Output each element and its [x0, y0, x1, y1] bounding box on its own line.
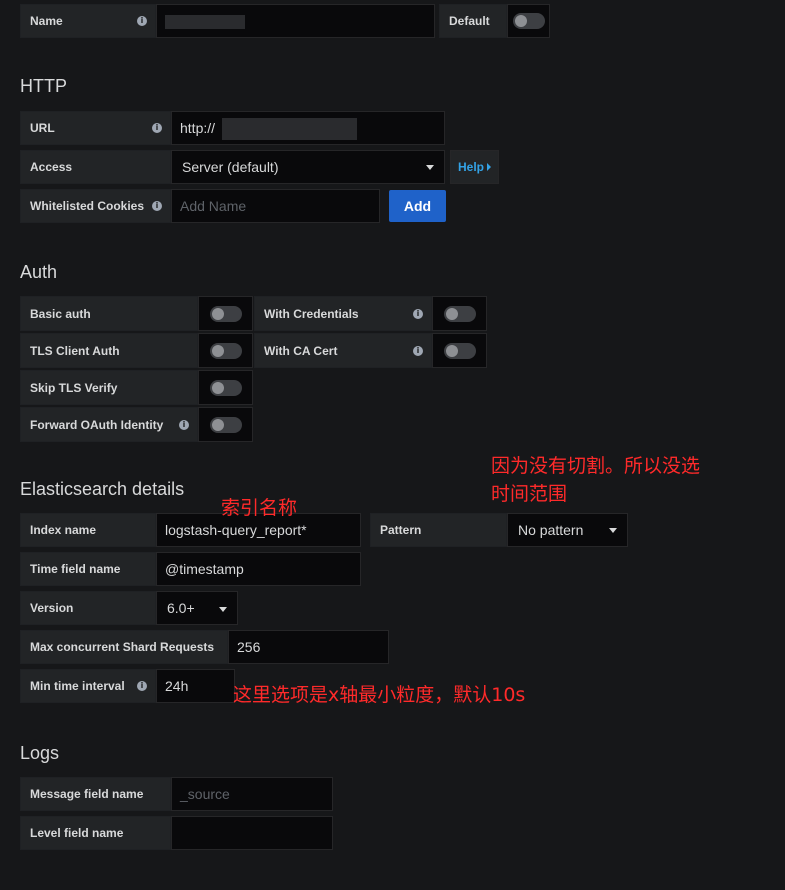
toggle-track — [209, 379, 242, 396]
toggle-knob — [211, 381, 224, 394]
version-label: Version — [20, 591, 156, 625]
with-ca-cert-switch[interactable] — [432, 333, 487, 368]
max-shard-requests-label: Max concurrent Shard Requests — [20, 630, 228, 664]
min-time-interval-label: Min time interval i — [20, 669, 156, 703]
message-field-label: Message field name — [20, 777, 171, 811]
url-label: URL i — [20, 111, 171, 145]
skip-tls-verify-switch[interactable] — [198, 370, 253, 405]
time-field-label: Time field name — [20, 552, 156, 586]
auth-section-title: Auth — [20, 262, 58, 282]
info-icon[interactable]: i — [137, 16, 147, 26]
level-field-input[interactable] — [171, 816, 333, 850]
default-label: Default — [439, 4, 507, 38]
url-input[interactable]: http:// — [171, 111, 445, 145]
access-label: Access — [20, 150, 171, 184]
pattern-annotation-line2: 时间范围 — [491, 483, 568, 505]
caret-right-icon — [487, 163, 491, 171]
info-icon[interactable]: i — [179, 419, 189, 430]
default-switch[interactable] — [507, 4, 550, 38]
time-field-input[interactable]: @timestamp — [156, 552, 361, 586]
toggle-track — [443, 342, 476, 359]
access-select[interactable]: Server (default) — [171, 150, 445, 184]
toggle-track — [512, 13, 545, 29]
name-input[interactable] — [156, 4, 435, 38]
cookies-input[interactable]: Add Name — [171, 189, 380, 223]
tls-client-auth-label: TLS Client Auth — [20, 333, 198, 368]
redacted-url — [222, 118, 357, 140]
pattern-select[interactable]: No pattern — [507, 513, 628, 547]
min-interval-annotation: 这里选项是x轴最小粒度，默认10s — [233, 684, 526, 706]
name-label: Name i — [20, 4, 156, 38]
info-icon[interactable]: i — [413, 308, 423, 319]
index-name-label: Index name — [20, 513, 156, 547]
pattern-label: Pattern — [370, 513, 507, 547]
max-shard-requests-input[interactable]: 256 — [228, 630, 389, 664]
add-button[interactable]: Add — [389, 190, 446, 222]
http-section-title: HTTP — [20, 76, 67, 96]
help-button[interactable]: Help — [450, 150, 499, 184]
toggle-knob — [514, 15, 527, 27]
info-icon[interactable]: i — [413, 345, 423, 356]
basic-auth-label: Basic auth — [20, 296, 198, 331]
with-credentials-label: With Credentials i — [254, 296, 432, 331]
toggle-knob — [211, 418, 224, 431]
toggle-track — [443, 305, 476, 322]
skip-tls-verify-label: Skip TLS Verify — [20, 370, 198, 405]
forward-oauth-switch[interactable] — [198, 407, 253, 442]
version-select[interactable]: 6.0+ — [156, 591, 238, 625]
toggle-knob — [445, 344, 458, 357]
chevron-down-icon — [219, 607, 227, 612]
with-credentials-switch[interactable] — [432, 296, 487, 331]
chevron-down-icon — [609, 528, 617, 533]
with-ca-cert-label: With CA Cert i — [254, 333, 432, 368]
chevron-down-icon — [426, 165, 434, 170]
toggle-track — [209, 342, 242, 359]
index-name-annotation: 索引名称 — [221, 497, 298, 519]
forward-oauth-label: Forward OAuth Identity i — [20, 407, 198, 442]
basic-auth-switch[interactable] — [198, 296, 253, 331]
message-field-input[interactable]: _source — [171, 777, 333, 811]
info-icon[interactable]: i — [152, 201, 162, 211]
toggle-knob — [445, 307, 458, 320]
level-field-label: Level field name — [20, 816, 171, 850]
toggle-track — [209, 416, 242, 433]
toggle-knob — [211, 307, 224, 320]
pattern-annotation-line1: 因为没有切割。所以没选 — [491, 455, 701, 477]
logs-section-title: Logs — [20, 743, 60, 763]
info-icon[interactable]: i — [152, 123, 162, 133]
toggle-knob — [211, 344, 224, 357]
elasticsearch-section-title: Elasticsearch details — [20, 479, 185, 499]
min-time-interval-input[interactable]: 24h — [156, 669, 235, 703]
toggle-track — [209, 305, 242, 322]
tls-client-auth-switch[interactable] — [198, 333, 253, 368]
info-icon[interactable]: i — [137, 681, 147, 691]
redacted-name — [165, 15, 245, 29]
whitelisted-cookies-label: Whitelisted Cookies i — [20, 189, 171, 223]
